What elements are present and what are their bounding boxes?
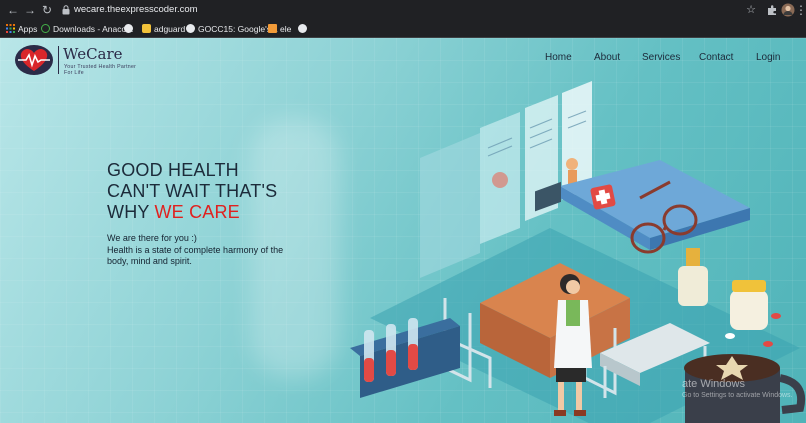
back-arrow-icon[interactable]: ← bbox=[6, 3, 20, 17]
nav-services[interactable]: Services bbox=[642, 52, 680, 66]
bookmark-apps[interactable]: Apps bbox=[6, 23, 37, 36]
url-text: wecare.theexpresscoder.com bbox=[74, 4, 198, 15]
bookmark-globe-1[interactable] bbox=[124, 23, 136, 36]
profile-avatar-icon[interactable] bbox=[781, 3, 795, 17]
bookmark-globe-2[interactable] bbox=[298, 23, 310, 36]
bookmark-ele[interactable]: ele bbox=[268, 23, 291, 36]
bookmark-label: GOCC15: Google's... bbox=[198, 24, 279, 34]
nav-login[interactable]: Login bbox=[756, 52, 780, 66]
watermark-subtitle: Go to Settings to activate Windows. bbox=[682, 392, 793, 399]
globe-icon bbox=[298, 24, 307, 33]
bookmark-adguard[interactable]: adguard bbox=[142, 23, 185, 36]
medical-isometric-illustration bbox=[350, 81, 805, 423]
apps-grid-icon bbox=[6, 24, 15, 33]
hero-tagline: We are there for you :) bbox=[107, 233, 197, 243]
hero-paragraph: Health is a state of complete harmony of… bbox=[107, 244, 284, 267]
hero-title-prefix: WHY bbox=[107, 202, 155, 222]
nav-about[interactable]: About bbox=[594, 52, 620, 66]
site-logo[interactable]: WeCare Your Trusted Health Partner For L… bbox=[14, 42, 149, 78]
browser-toolbar: ← → ↻ wecare.theexpresscoder.com ☆ ⋮ bbox=[0, 0, 806, 21]
brand-tagline: Your Trusted Health Partner For Life bbox=[64, 64, 137, 76]
webpage-viewport: WeCare Your Trusted Health Partner For L… bbox=[0, 38, 806, 423]
google-icon bbox=[186, 24, 195, 33]
bookmark-downloads-anaconda[interactable]: Downloads - Anaco... bbox=[41, 23, 133, 36]
hero-title: GOOD HEALTH CAN'T WAIT THAT'S WHY WE CAR… bbox=[107, 160, 277, 223]
menu-kebab-icon[interactable]: ⋮ bbox=[794, 3, 806, 17]
bookmark-folder-icon bbox=[142, 24, 151, 33]
extensions-puzzle-icon[interactable] bbox=[765, 3, 779, 17]
nav-contact[interactable]: Contact bbox=[699, 52, 733, 66]
lock-icon bbox=[62, 5, 70, 15]
globe-icon bbox=[124, 24, 133, 33]
bookmark-image-icon bbox=[268, 24, 277, 33]
windows-activation-watermark: ate Windows Go to Settings to activate W… bbox=[682, 378, 793, 402]
heart-pulse-logo-icon bbox=[15, 45, 53, 75]
bookmark-label: Downloads - Anaco... bbox=[53, 24, 134, 34]
brand-name: WeCare bbox=[63, 45, 123, 63]
bookmarks-bar: Apps Downloads - Anaco... adguard GOCC15… bbox=[0, 21, 806, 38]
bookmark-label: adguard bbox=[154, 24, 186, 34]
forward-arrow-icon[interactable]: → bbox=[23, 3, 37, 17]
hero-title-line-1: GOOD HEALTH bbox=[107, 160, 239, 180]
reload-icon[interactable]: ↻ bbox=[40, 3, 54, 17]
hero-title-line-2: CAN'T WAIT THAT'S bbox=[107, 181, 278, 201]
watermark-title: ate Windows bbox=[682, 378, 745, 390]
bookmark-gocc15[interactable]: GOCC15: Google's... bbox=[186, 23, 278, 36]
logo-divider bbox=[58, 46, 59, 74]
bookmark-star-icon[interactable]: ☆ bbox=[746, 3, 756, 16]
bookmark-label: Apps bbox=[18, 24, 38, 34]
hero-description: We are there for you :) Health is a stat… bbox=[107, 233, 297, 268]
address-bar[interactable]: wecare.theexpresscoder.com ☆ bbox=[58, 2, 768, 19]
anaconda-icon bbox=[41, 24, 50, 33]
hero-title-line-3: WHY WE CARE bbox=[107, 202, 277, 223]
hero-title-accent: WE CARE bbox=[154, 202, 240, 222]
bookmark-label: ele bbox=[280, 24, 292, 34]
nav-home[interactable]: Home bbox=[545, 52, 572, 66]
